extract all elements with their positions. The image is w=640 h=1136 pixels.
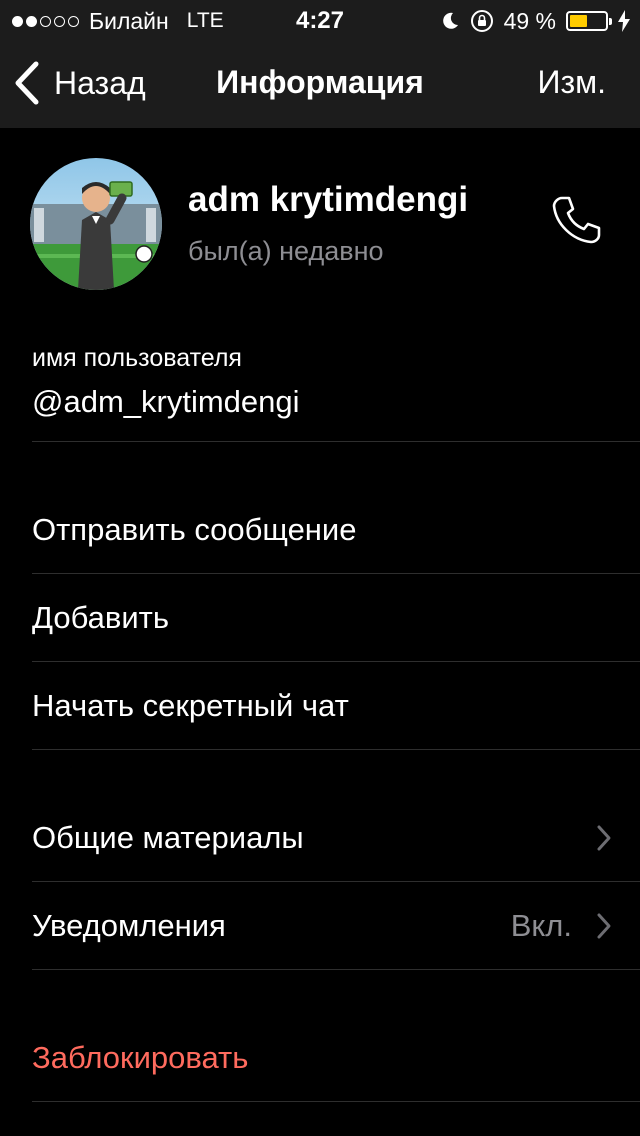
charging-bolt-icon	[618, 10, 630, 32]
last-seen-status: был(а) недавно	[188, 236, 384, 266]
shared-media-row[interactable]: Общие материалы	[0, 794, 640, 882]
status-bar: Билайн LTE 4:27 49 %	[0, 0, 640, 40]
username-value[interactable]: @adm_krytimdengi	[32, 384, 300, 420]
divider	[32, 969, 640, 970]
status-right: 49 %	[440, 7, 630, 35]
divider	[32, 749, 640, 750]
divider	[32, 1101, 640, 1102]
call-button[interactable]	[548, 192, 604, 248]
secret-chat-row[interactable]: Начать секретный чат	[0, 662, 640, 750]
avatar[interactable]	[30, 158, 162, 290]
phone-icon	[552, 196, 601, 244]
rotation-lock-icon	[470, 10, 493, 32]
avatar-image	[30, 158, 162, 290]
navigation-bar: Назад Информация Изм.	[0, 40, 640, 128]
moon-icon	[442, 12, 458, 29]
battery-icon	[566, 11, 612, 31]
shared-media-label: Общие материалы	[32, 820, 304, 855]
battery-fill	[570, 15, 587, 27]
send-message-row[interactable]: Отправить сообщение	[0, 486, 640, 574]
notifications-value: Вкл.	[510, 908, 572, 943]
send-message-label: Отправить сообщение	[32, 512, 357, 547]
battery-percentage: 49 %	[503, 7, 556, 34]
contact-name: adm krytimdengi	[188, 180, 469, 219]
block-user-label: Заблокировать	[32, 1040, 249, 1075]
edit-button[interactable]: Изм.	[537, 64, 606, 101]
add-contact-row[interactable]: Добавить	[0, 574, 640, 662]
block-user-row[interactable]: Заблокировать	[0, 1014, 640, 1102]
notifications-row[interactable]: Уведомления Вкл.	[0, 882, 640, 970]
chevron-right-icon	[597, 913, 611, 939]
add-contact-label: Добавить	[32, 600, 170, 635]
notifications-label: Уведомления	[32, 908, 226, 943]
chevron-right-icon	[597, 825, 611, 851]
battery-cap	[609, 18, 612, 25]
secret-chat-label: Начать секретный чат	[32, 688, 349, 723]
username-label: имя пользователя	[32, 344, 242, 372]
divider	[32, 441, 640, 442]
